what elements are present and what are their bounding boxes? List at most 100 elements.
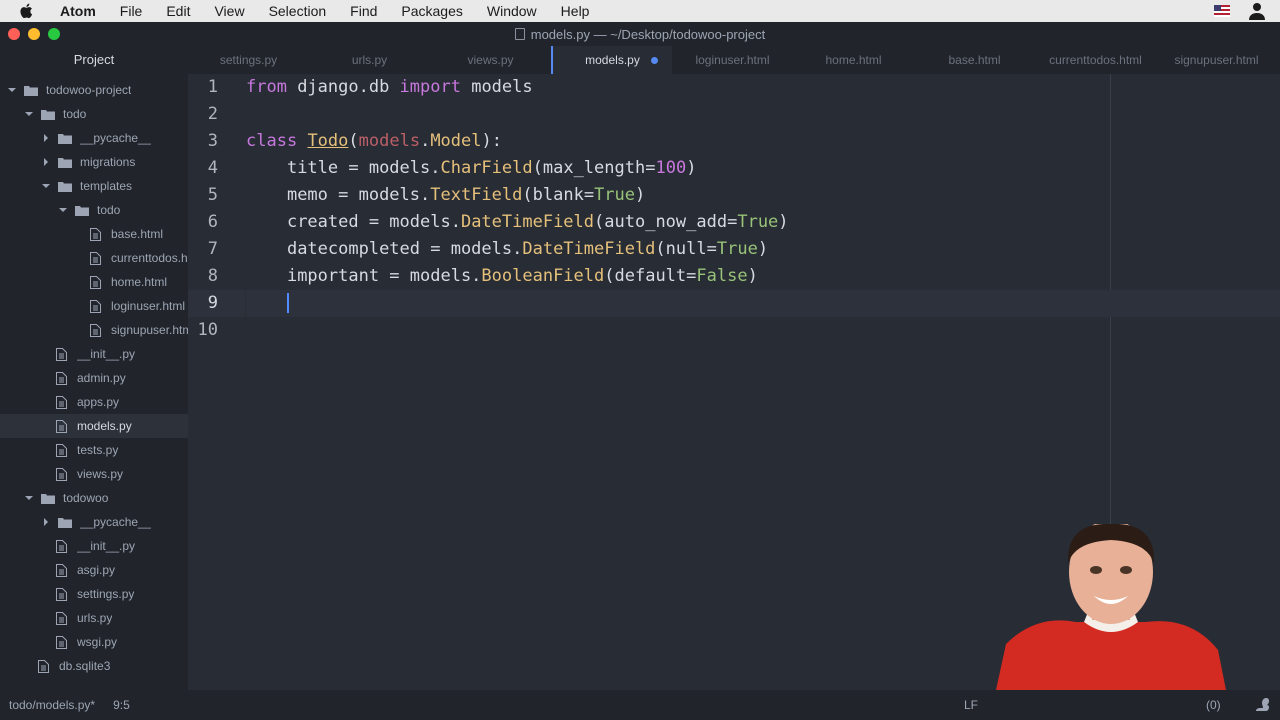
- code-line-5[interactable]: memo = models.TextField(blank=True): [246, 182, 1280, 209]
- code-line-1[interactable]: from django.db import models: [246, 74, 1280, 101]
- line-number[interactable]: 3: [188, 128, 245, 155]
- file-icon: [56, 587, 77, 601]
- us-flag-icon[interactable]: [1214, 5, 1230, 17]
- chevron-down-icon[interactable]: [59, 206, 67, 214]
- line-number[interactable]: 2: [188, 101, 245, 128]
- tree-item-label: apps.py: [77, 395, 120, 409]
- menu-edit[interactable]: Edit: [154, 0, 202, 22]
- chevron-down-icon[interactable]: [25, 110, 33, 118]
- tree-folder-todo[interactable]: todo: [0, 102, 188, 126]
- menu-selection[interactable]: Selection: [257, 0, 339, 22]
- tree-folder-todowoo-project[interactable]: todowoo-project: [0, 78, 188, 102]
- code-line-2[interactable]: [246, 101, 1280, 128]
- status-line-ending[interactable]: LF: [964, 698, 978, 712]
- punct-token: (: [522, 185, 533, 205]
- code-line-8[interactable]: important = models.BooleanField(default=…: [246, 263, 1280, 290]
- chevron-right-icon[interactable]: [42, 518, 50, 526]
- tree-file-signupuser-html[interactable]: signupuser.html: [0, 318, 188, 342]
- tree-item-label: views.py: [77, 467, 124, 481]
- code-line-6[interactable]: created = models.DateTimeField(auto_now_…: [246, 209, 1280, 236]
- tab-models-py[interactable]: models.py: [551, 46, 672, 74]
- tree-file-admin-py[interactable]: admin.py: [0, 366, 188, 390]
- tab-project[interactable]: Project: [0, 46, 188, 74]
- tab-views-py[interactable]: views.py: [430, 46, 551, 74]
- tree-file-loginuser-html[interactable]: loginuser.html: [0, 294, 188, 318]
- line-number[interactable]: 4: [188, 155, 245, 182]
- tree-folder-todowoo[interactable]: todowoo: [0, 486, 188, 510]
- tree-item-label: todowoo-project: [46, 83, 132, 97]
- tree-folder-migrations[interactable]: migrations: [0, 150, 188, 174]
- status-github-count[interactable]: (0): [1206, 698, 1221, 712]
- tree-item-label: signupuser.html: [111, 323, 188, 337]
- tab-home-html[interactable]: home.html: [793, 46, 914, 74]
- tree-file-settings-py[interactable]: settings.py: [0, 582, 188, 606]
- menu-app-name[interactable]: Atom: [54, 0, 108, 22]
- menu-window[interactable]: Window: [475, 0, 549, 22]
- code-line-9[interactable]: [246, 290, 1280, 317]
- field-type-token: TextField: [430, 185, 523, 205]
- tree-folder-todo[interactable]: todo: [0, 198, 188, 222]
- tab-urls-py[interactable]: urls.py: [309, 46, 430, 74]
- menu-view[interactable]: View: [202, 0, 256, 22]
- menu-packages[interactable]: Packages: [389, 0, 474, 22]
- zoom-window-button[interactable]: [48, 28, 60, 40]
- minimize-window-button[interactable]: [28, 28, 40, 40]
- tab-currenttodos-html[interactable]: currenttodos.html: [1035, 46, 1156, 74]
- tab-settings-py[interactable]: settings.py: [188, 46, 309, 74]
- indent-token: [246, 266, 287, 286]
- tree-file-db-sqlite3[interactable]: db.sqlite3: [0, 654, 188, 678]
- tree-file-views-py[interactable]: views.py: [0, 462, 188, 486]
- tree-item-label: home.html: [111, 275, 168, 289]
- tree-file-home-html[interactable]: home.html: [0, 270, 188, 294]
- tree-file-models-py[interactable]: models.py: [0, 414, 188, 438]
- line-number[interactable]: 10: [188, 317, 245, 344]
- folder-icon: [24, 85, 46, 96]
- squirrel-icon[interactable]: [1254, 697, 1270, 713]
- file-icon: [56, 467, 77, 481]
- code-lines[interactable]: from django.db import models class Todo(…: [246, 74, 1280, 344]
- user-icon[interactable]: [1248, 2, 1266, 20]
- tab-base-html[interactable]: base.html: [914, 46, 1035, 74]
- tree-folder-pycache[interactable]: __pycache__: [0, 126, 188, 150]
- field-type-token: DateTimeField: [522, 239, 656, 259]
- line-number[interactable]: 1: [188, 74, 245, 101]
- line-number[interactable]: 5: [188, 182, 245, 209]
- tab-loginuser-html[interactable]: loginuser.html: [672, 46, 793, 74]
- menu-file[interactable]: File: [108, 0, 155, 22]
- chevron-down-icon[interactable]: [42, 182, 50, 190]
- chevron-down-icon[interactable]: [25, 494, 33, 502]
- tree-file-tests-py[interactable]: tests.py: [0, 438, 188, 462]
- tree-file-currenttodos-html[interactable]: currenttodos.html: [0, 246, 188, 270]
- tree-item-label: admin.py: [77, 371, 126, 385]
- chevron-right-icon[interactable]: [42, 134, 50, 142]
- tree-file-wsgi-py[interactable]: wsgi.py: [0, 630, 188, 654]
- line-number[interactable]: 8: [188, 263, 245, 290]
- tab-signupuser-html[interactable]: signupuser.html: [1156, 46, 1277, 74]
- line-number-current[interactable]: 9: [188, 290, 245, 317]
- tree-file-base-html[interactable]: base.html: [0, 222, 188, 246]
- tree-item-label: base.html: [111, 227, 164, 241]
- code-line-10[interactable]: [246, 317, 1280, 344]
- line-number[interactable]: 6: [188, 209, 245, 236]
- menu-help[interactable]: Help: [549, 0, 602, 22]
- operator-token: =: [686, 266, 697, 286]
- code-editor[interactable]: 1 2 3 4 5 6 7 8 9 10 from django.db impo…: [188, 74, 1280, 690]
- status-cursor-position[interactable]: 9:5: [113, 698, 130, 712]
- status-file-path[interactable]: todo/models.py*: [9, 698, 95, 712]
- apple-icon[interactable]: [18, 2, 36, 20]
- tree-folder-pycache[interactable]: __pycache__: [0, 510, 188, 534]
- menu-find[interactable]: Find: [338, 0, 389, 22]
- code-line-4[interactable]: title = models.CharField(max_length=100): [246, 155, 1280, 182]
- tree-file-init-py[interactable]: __init__.py: [0, 342, 188, 366]
- chevron-down-icon[interactable]: [8, 86, 16, 94]
- code-line-3[interactable]: class Todo(models.Model):: [246, 128, 1280, 155]
- tree-folder-templates[interactable]: templates: [0, 174, 188, 198]
- line-number[interactable]: 7: [188, 236, 245, 263]
- tree-file-asgi-py[interactable]: asgi.py: [0, 558, 188, 582]
- tree-file-apps-py[interactable]: apps.py: [0, 390, 188, 414]
- code-line-7[interactable]: datecompleted = models.DateTimeField(nul…: [246, 236, 1280, 263]
- close-window-button[interactable]: [8, 28, 20, 40]
- tree-file-urls-py[interactable]: urls.py: [0, 606, 188, 630]
- tree-file-init-py[interactable]: __init__.py: [0, 534, 188, 558]
- chevron-right-icon[interactable]: [42, 158, 50, 166]
